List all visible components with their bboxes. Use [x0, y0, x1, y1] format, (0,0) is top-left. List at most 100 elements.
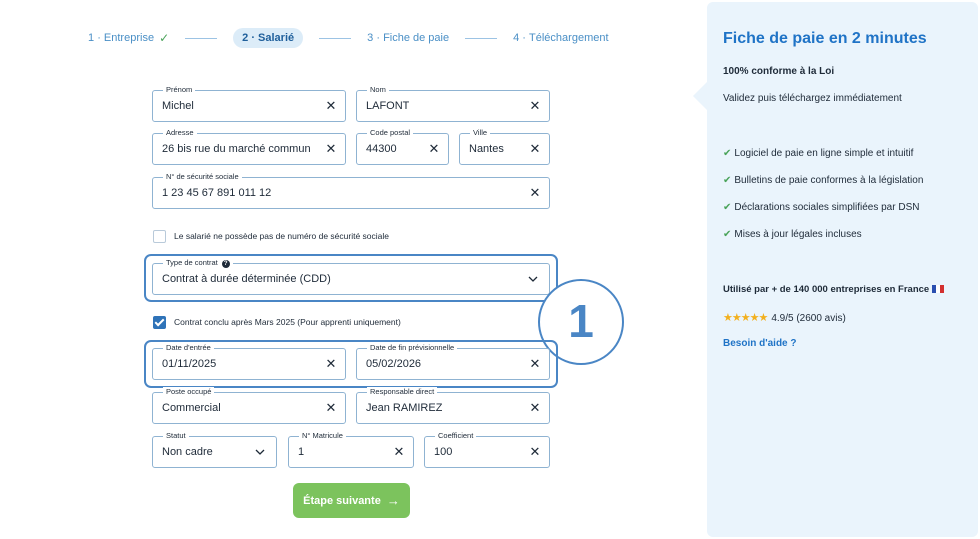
field-label: Date d'entrée — [163, 343, 214, 353]
step-separator: · — [97, 32, 101, 44]
users-count: Utilisé par + de 140 000 entreprises en … — [723, 284, 945, 295]
rating-text: 4.9/5 (2600 avis) — [771, 313, 846, 324]
clear-icon[interactable]: ✕ — [528, 400, 542, 416]
coefficient-field[interactable]: Coefficient 100 ✕ — [424, 431, 550, 468]
step-connector — [185, 37, 218, 39]
next-step-button[interactable]: Étape suivante → — [293, 483, 410, 518]
matricule-field[interactable]: N° Matricule 1 ✕ — [288, 431, 414, 468]
field-label: Prénom — [163, 85, 196, 95]
step-separator: · — [251, 32, 255, 44]
step-separator: · — [522, 32, 526, 44]
step-number: 4 — [513, 32, 520, 44]
field-value: 1 23 45 67 891 011 12 — [162, 187, 272, 199]
clear-icon[interactable]: ✕ — [392, 444, 406, 460]
step-connector — [465, 37, 498, 39]
chevron-down-icon — [528, 276, 538, 282]
field-value: LAFONT — [366, 100, 410, 112]
panel-subtitle: 100% conforme à la Loi — [723, 66, 835, 77]
next-step-label: Étape suivante — [303, 494, 381, 507]
field-label: Coefficient — [435, 431, 477, 441]
poste-field[interactable]: Poste occupé Commercial ✕ — [152, 387, 346, 424]
code-postal-field[interactable]: Code postal 44300 ✕ — [356, 128, 449, 165]
step-connector — [319, 37, 352, 39]
panel-pointer — [693, 82, 707, 110]
feature-item: ✔ Bulletins de paie conformes à la législ… — [723, 175, 923, 186]
type-contrat-select[interactable]: Type de contrat? Contrat à durée détermi… — [152, 258, 550, 295]
help-icon[interactable]: ? — [221, 260, 230, 268]
france-flag-icon — [932, 285, 945, 293]
feature-text: Mises à jour légales incluses — [734, 229, 862, 240]
responsable-field[interactable]: Responsable direct Jean RAMIREZ ✕ — [356, 387, 550, 424]
field-label: Date de fin prévisionnelle — [367, 343, 458, 353]
step-telechargement[interactable]: 4 · Téléchargement — [513, 32, 608, 44]
clear-icon[interactable]: ✕ — [528, 98, 542, 114]
star-rating-icon: ★★★★★ — [723, 312, 768, 324]
clear-icon[interactable]: ✕ — [324, 141, 338, 157]
clear-icon[interactable]: ✕ — [528, 185, 542, 201]
date-entree-field[interactable]: Date d'entrée 01/11/2025 ✕ — [152, 343, 346, 380]
step-fiche-de-paie[interactable]: 3 · Fiche de paie — [367, 32, 449, 44]
step-label: Fiche de paie — [383, 32, 450, 44]
step-entreprise[interactable]: 1 · Entreprise ✓ — [88, 31, 169, 45]
field-label: Poste occupé — [163, 387, 215, 397]
apprenti-checkbox-label: Contrat conclu après Mars 2025 (Pour app… — [174, 317, 401, 327]
field-label: N° Matricule — [299, 431, 346, 441]
clear-icon[interactable]: ✕ — [324, 98, 338, 114]
date-fin-field[interactable]: Date de fin prévisionnelle 05/02/2026 ✕ — [356, 343, 550, 380]
statut-select[interactable]: Statut Non cadre — [152, 431, 277, 468]
no-secu-checkbox-label: Le salarié ne possède pas de numéro de s… — [174, 231, 389, 241]
field-label: Statut — [163, 431, 189, 441]
feature-item: ✔ Mises à jour légales incluses — [723, 229, 862, 240]
field-label: Ville — [470, 128, 491, 138]
field-value: Jean RAMIREZ — [366, 402, 443, 414]
checkmark-icon: ✔ — [723, 202, 732, 213]
field-label: Code postal — [367, 128, 414, 138]
no-secu-checkbox[interactable] — [153, 230, 166, 243]
field-value: Nantes — [469, 143, 504, 155]
feature-text: Logiciel de paie en ligne simple et intu… — [734, 148, 914, 159]
clear-icon[interactable]: ✕ — [528, 141, 542, 157]
adresse-field[interactable]: Adresse 26 bis rue du marché commun ✕ — [152, 128, 346, 165]
ville-field[interactable]: Ville Nantes ✕ — [459, 128, 550, 165]
panel-text: Validez puis téléchargez immédiatement — [723, 93, 902, 104]
rating: ★★★★★ 4.9/5 (2600 avis) — [723, 311, 846, 324]
clear-icon[interactable]: ✕ — [528, 356, 542, 372]
step-number: 3 — [367, 32, 374, 44]
field-label: Type de contrat? — [163, 258, 233, 268]
field-value: 44300 — [366, 143, 397, 155]
clear-icon[interactable]: ✕ — [324, 356, 338, 372]
feature-text: Déclarations sociales simplifiées par DS… — [734, 202, 920, 213]
field-value: Commercial — [162, 402, 221, 414]
step-label: Salarié — [258, 32, 295, 44]
field-value: 01/11/2025 — [162, 358, 217, 370]
field-value: 100 — [434, 446, 453, 458]
feature-item: ✔ Déclarations sociales simplifiées par D… — [723, 202, 919, 213]
clear-icon[interactable]: ✕ — [528, 444, 542, 460]
clear-icon[interactable]: ✕ — [427, 141, 441, 157]
checkmark-icon: ✔ — [723, 148, 732, 159]
step-number: 2 — [242, 32, 249, 44]
help-link[interactable]: Besoin d'aide ? — [723, 338, 797, 349]
check-icon: ✓ — [159, 31, 170, 45]
progress-stepper: 1 · Entreprise ✓ 2 · Salarié 3 · Fiche d… — [88, 27, 609, 49]
step-salarie[interactable]: 2 · Salarié — [233, 28, 304, 48]
step-label: Entreprise — [103, 32, 155, 44]
nom-field[interactable]: Nom LAFONT ✕ — [356, 85, 550, 122]
field-value: Non cadre — [162, 446, 213, 458]
field-label: Nom — [367, 85, 389, 95]
checkmark-icon: ✔ — [723, 175, 732, 186]
clear-icon[interactable]: ✕ — [324, 400, 338, 416]
checkmark-icon: ✔ — [723, 229, 732, 240]
prenom-field[interactable]: Prénom Michel ✕ — [152, 85, 346, 122]
info-panel: Fiche de paie en 2 minutes 100% conforme… — [707, 2, 978, 537]
field-label-text: Type de contrat — [166, 258, 218, 267]
field-value: 26 bis rue du marché commun — [162, 143, 311, 155]
field-label: Responsable direct — [367, 387, 438, 397]
step-label: Téléchargement — [529, 32, 609, 44]
secu-field[interactable]: N° de sécurité sociale 1 23 45 67 891 01… — [152, 172, 550, 209]
field-label: N° de sécurité sociale — [163, 172, 242, 182]
users-text: Utilisé par + de 140 000 entreprises en … — [723, 284, 930, 295]
step-number: 1 — [88, 32, 95, 44]
apprenti-checkbox[interactable] — [153, 316, 166, 329]
feature-item: ✔ Logiciel de paie en ligne simple et int… — [723, 148, 913, 159]
